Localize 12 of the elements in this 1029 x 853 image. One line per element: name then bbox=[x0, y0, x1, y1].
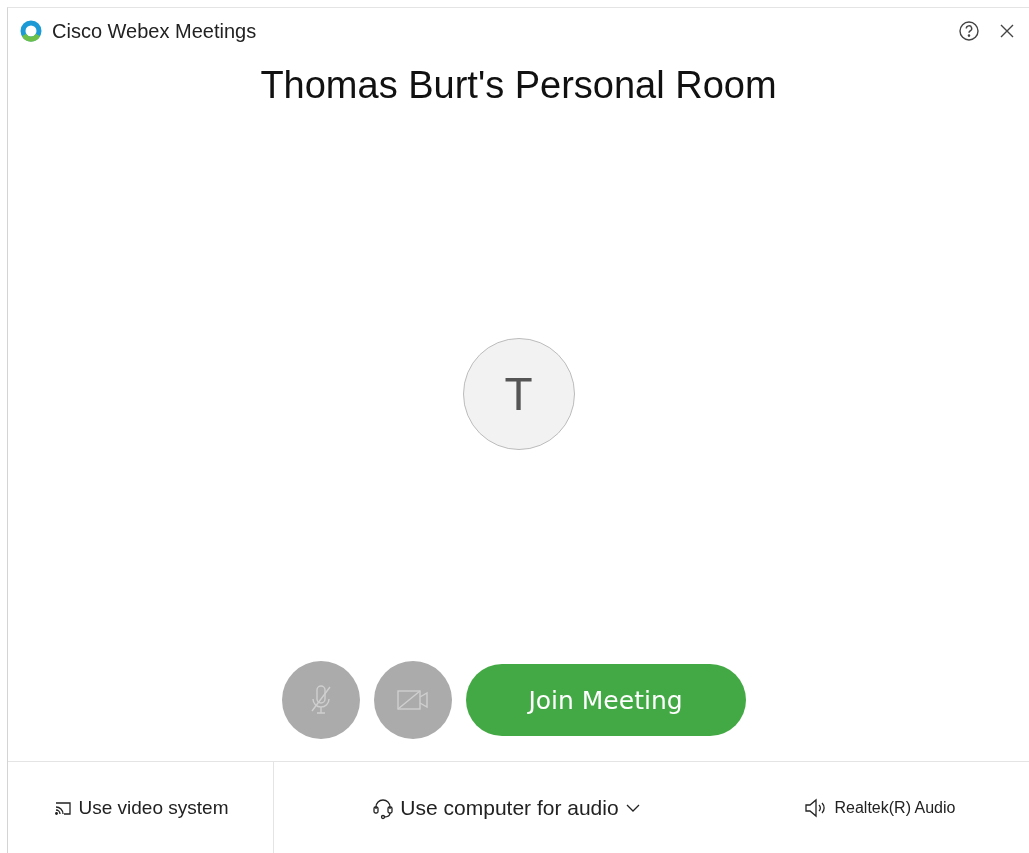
headset-icon bbox=[372, 796, 395, 820]
close-icon bbox=[999, 23, 1015, 39]
room-title: Thomas Burt's Personal Room bbox=[259, 64, 778, 107]
avatar: T bbox=[462, 338, 575, 450]
app-logo-icon bbox=[20, 20, 42, 42]
help-icon bbox=[958, 20, 980, 42]
window-title: Cisco Webex Meetings bbox=[52, 19, 258, 43]
audio-option-dropdown[interactable]: Use computer for audio bbox=[372, 796, 641, 820]
help-button[interactable] bbox=[957, 19, 981, 43]
video-system-button[interactable]: Use video system bbox=[52, 797, 229, 819]
speaker-option-button[interactable]: Realtek(R) Audio bbox=[802, 797, 956, 819]
camera-off-icon bbox=[394, 687, 431, 713]
